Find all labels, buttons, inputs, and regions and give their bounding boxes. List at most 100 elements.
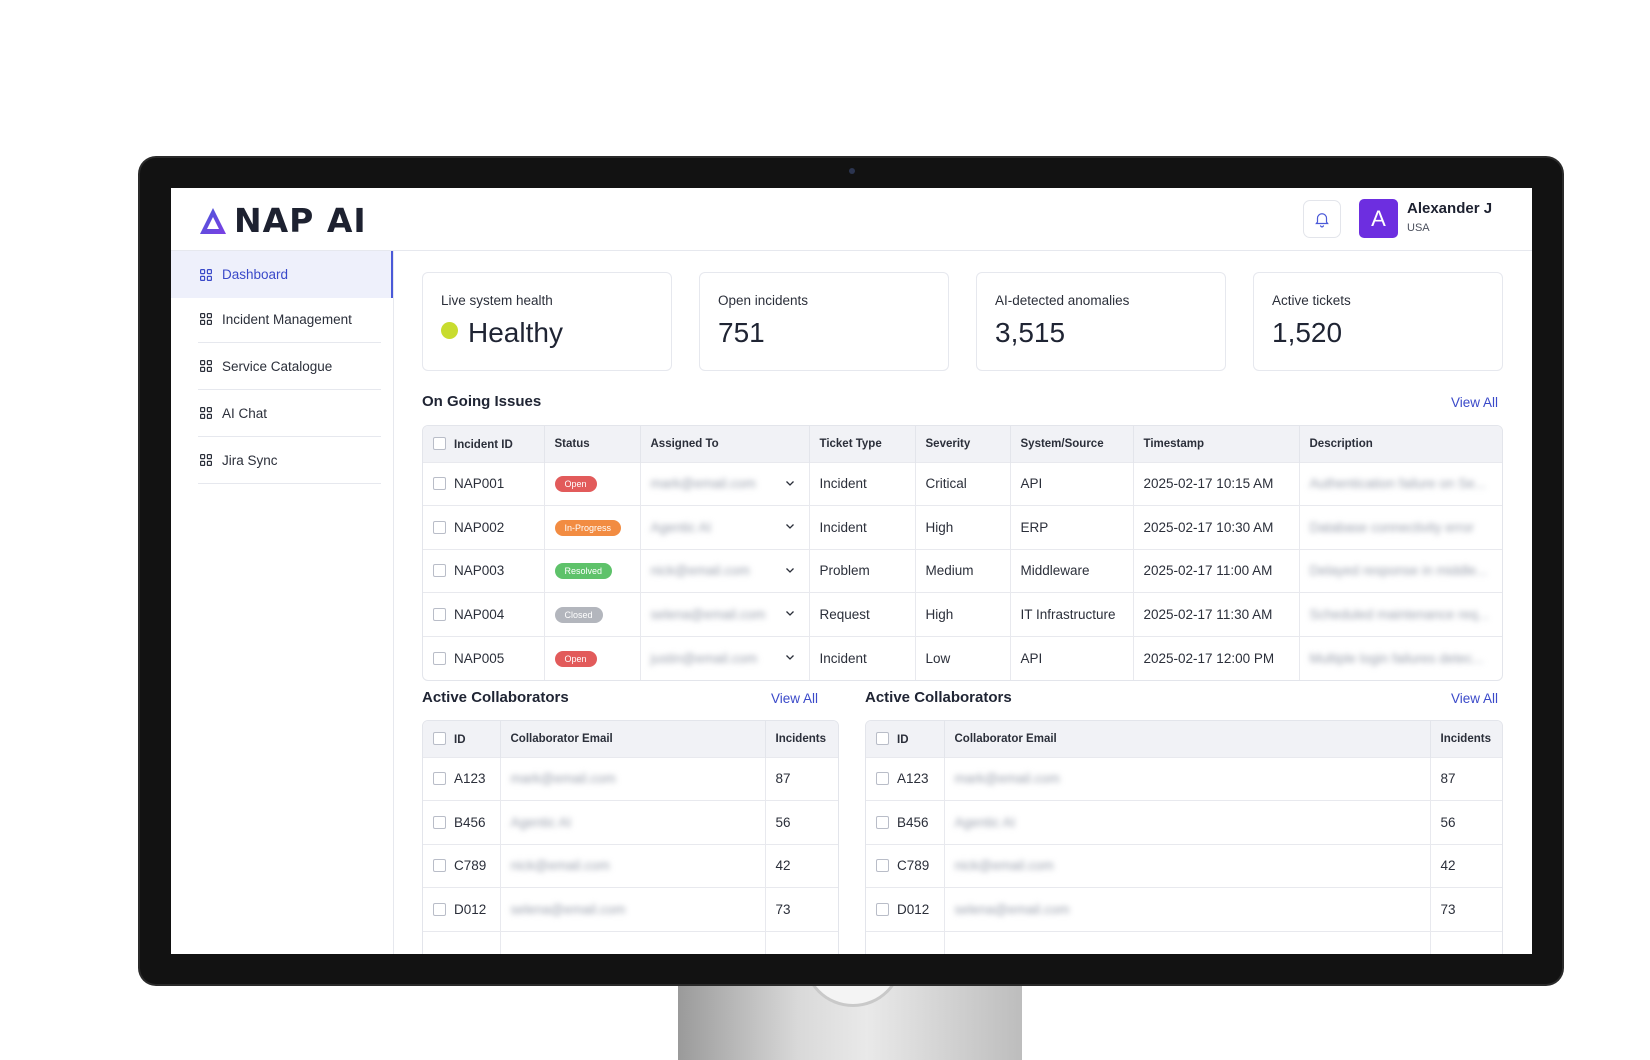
- column-header[interactable]: ID: [423, 721, 501, 757]
- status-cell: In-Progress: [544, 505, 641, 549]
- incident-id-cell: NAP005: [423, 635, 545, 680]
- row-checkbox[interactable]: [433, 520, 446, 534]
- collaborators-left-view-all-link[interactable]: View All: [771, 691, 818, 706]
- empty-cell: [866, 930, 945, 954]
- column-header[interactable]: ID: [866, 721, 945, 757]
- stat-value: 751: [718, 317, 765, 348]
- sidebar-item-ai-chat[interactable]: AI Chat: [198, 390, 381, 437]
- stat-card-active-tickets: Active tickets 1,520: [1253, 272, 1503, 371]
- incidents-cell: 42: [1430, 843, 1502, 888]
- select-all-checkbox[interactable]: [876, 731, 889, 745]
- table-row[interactable]: NAP005 Open justin@email.com Incident Lo…: [423, 635, 1502, 680]
- row-checkbox[interactable]: [433, 651, 446, 665]
- assignee-value: mark@email.com: [650, 476, 756, 492]
- severity-cell: Medium: [915, 548, 1011, 593]
- status-cell: Open: [544, 635, 641, 680]
- table-row[interactable]: B456 Agentic AI 56: [423, 800, 838, 844]
- assigned-to-dropdown[interactable]: mark@email.com: [640, 461, 810, 506]
- collaborators-left-table: ID Collaborator Email Incidents A123 mar…: [422, 720, 839, 954]
- column-header[interactable]: Status: [544, 426, 641, 462]
- empty-cell: [944, 930, 1431, 954]
- assigned-to-dropdown[interactable]: Agentic AI: [640, 505, 810, 549]
- empty-cell: [500, 930, 766, 954]
- row-checkbox[interactable]: [876, 815, 889, 829]
- top-header: NAP AI A Alexander J USA: [171, 188, 1532, 251]
- row-checkbox[interactable]: [433, 477, 446, 491]
- assignee-value: nick@email.com: [650, 563, 750, 579]
- table-row[interactable]: A123 mark@email.com 87: [866, 756, 1502, 801]
- table-row[interactable]: [423, 930, 838, 954]
- column-header[interactable]: System/Source: [1010, 426, 1134, 462]
- row-checkbox[interactable]: [876, 902, 889, 916]
- assigned-to-dropdown[interactable]: selena@email.com: [640, 592, 810, 636]
- assigned-to-dropdown[interactable]: nick@email.com: [640, 548, 810, 593]
- row-checkbox[interactable]: [433, 902, 446, 916]
- ticket-type-cell: Problem: [809, 548, 916, 593]
- notifications-button[interactable]: [1303, 200, 1341, 238]
- column-header[interactable]: Severity: [915, 426, 1011, 462]
- description-cell: Database connectivity error: [1299, 505, 1502, 549]
- row-checkbox[interactable]: [433, 607, 446, 621]
- grid-icon: [200, 407, 212, 419]
- sidebar-item-incident-management[interactable]: Incident Management: [198, 296, 381, 343]
- column-header[interactable]: Incidents: [1430, 721, 1502, 757]
- table-row[interactable]: NAP002 In-Progress Agentic AI Incident H…: [423, 505, 1502, 549]
- source-cell: IT Infrastructure: [1010, 592, 1134, 636]
- chevron-down-icon: [785, 524, 794, 529]
- assignee-value: selena@email.com: [650, 606, 766, 622]
- column-header[interactable]: Collaborator Email: [944, 721, 1431, 757]
- chevron-down-icon: [785, 611, 794, 616]
- column-header[interactable]: Description: [1299, 426, 1502, 462]
- avatar[interactable]: A: [1359, 199, 1398, 238]
- severity-cell: High: [915, 592, 1011, 636]
- row-checkbox[interactable]: [876, 772, 889, 786]
- column-header[interactable]: Incidents: [765, 721, 838, 757]
- table-header-row: Incident ID Status Assigned To Ticket Ty…: [423, 426, 1502, 462]
- table-row[interactable]: D012 selena@email.com 73: [866, 887, 1502, 931]
- table-row[interactable]: [866, 930, 1502, 954]
- row-checkbox[interactable]: [433, 772, 446, 786]
- table-row[interactable]: C789 nick@email.com 42: [423, 843, 838, 888]
- column-header[interactable]: Incident ID: [423, 426, 545, 462]
- column-header[interactable]: Assigned To: [640, 426, 810, 462]
- incidents-cell: 42: [765, 843, 838, 888]
- status-badge: Open: [554, 476, 597, 493]
- incidents-cell: 87: [765, 756, 838, 801]
- collaborator-id-cell: B456: [423, 800, 501, 844]
- collaborator-id-cell: C789: [866, 843, 945, 888]
- ongoing-issues-table: Incident ID Status Assigned To Ticket Ty…: [422, 425, 1503, 681]
- select-all-checkbox[interactable]: [433, 731, 446, 745]
- sidebar-item-service-catalogue[interactable]: Service Catalogue: [198, 343, 381, 390]
- severity-cell: High: [915, 505, 1011, 549]
- user-name[interactable]: Alexander J: [1407, 200, 1492, 217]
- app-screen: NAP AI A Alexander J USA Dashboard Incid…: [171, 188, 1532, 954]
- table-row[interactable]: NAP001 Open mark@email.com Incident Crit…: [423, 461, 1502, 506]
- column-header[interactable]: Collaborator Email: [500, 721, 766, 757]
- column-header[interactable]: Timestamp: [1133, 426, 1300, 462]
- assigned-to-dropdown[interactable]: justin@email.com: [640, 635, 810, 680]
- row-checkbox[interactable]: [433, 859, 446, 873]
- select-all-checkbox[interactable]: [433, 436, 446, 450]
- incident-id-cell: NAP001: [423, 461, 545, 506]
- timestamp-cell: 2025-02-17 10:15 AM: [1133, 461, 1300, 506]
- brand-logo[interactable]: NAP AI: [198, 201, 367, 240]
- collaborator-email-cell: selena@email.com: [944, 887, 1431, 931]
- row-checkbox[interactable]: [433, 815, 446, 829]
- table-row[interactable]: D012 selena@email.com 73: [423, 887, 838, 931]
- table-row[interactable]: C789 nick@email.com 42: [866, 843, 1502, 888]
- source-cell: ERP: [1010, 505, 1134, 549]
- table-row[interactable]: A123 mark@email.com 87: [423, 756, 838, 801]
- row-checkbox[interactable]: [876, 859, 889, 873]
- sidebar-item-dashboard[interactable]: Dashboard: [171, 251, 393, 298]
- table-row[interactable]: B456 Agentic AI 56: [866, 800, 1502, 844]
- ongoing-view-all-link[interactable]: View All: [1451, 395, 1498, 410]
- collaborator-id-cell: A123: [423, 756, 501, 801]
- sidebar-item-jira-sync[interactable]: Jira Sync: [198, 437, 381, 484]
- incidents-cell: 73: [765, 887, 838, 931]
- bell-icon: [1315, 213, 1329, 228]
- column-header[interactable]: Ticket Type: [809, 426, 916, 462]
- table-row[interactable]: NAP004 Closed selena@email.com Request H…: [423, 592, 1502, 636]
- table-row[interactable]: NAP003 Resolved nick@email.com Problem M…: [423, 548, 1502, 593]
- row-checkbox[interactable]: [433, 564, 446, 578]
- collaborators-right-view-all-link[interactable]: View All: [1451, 691, 1498, 706]
